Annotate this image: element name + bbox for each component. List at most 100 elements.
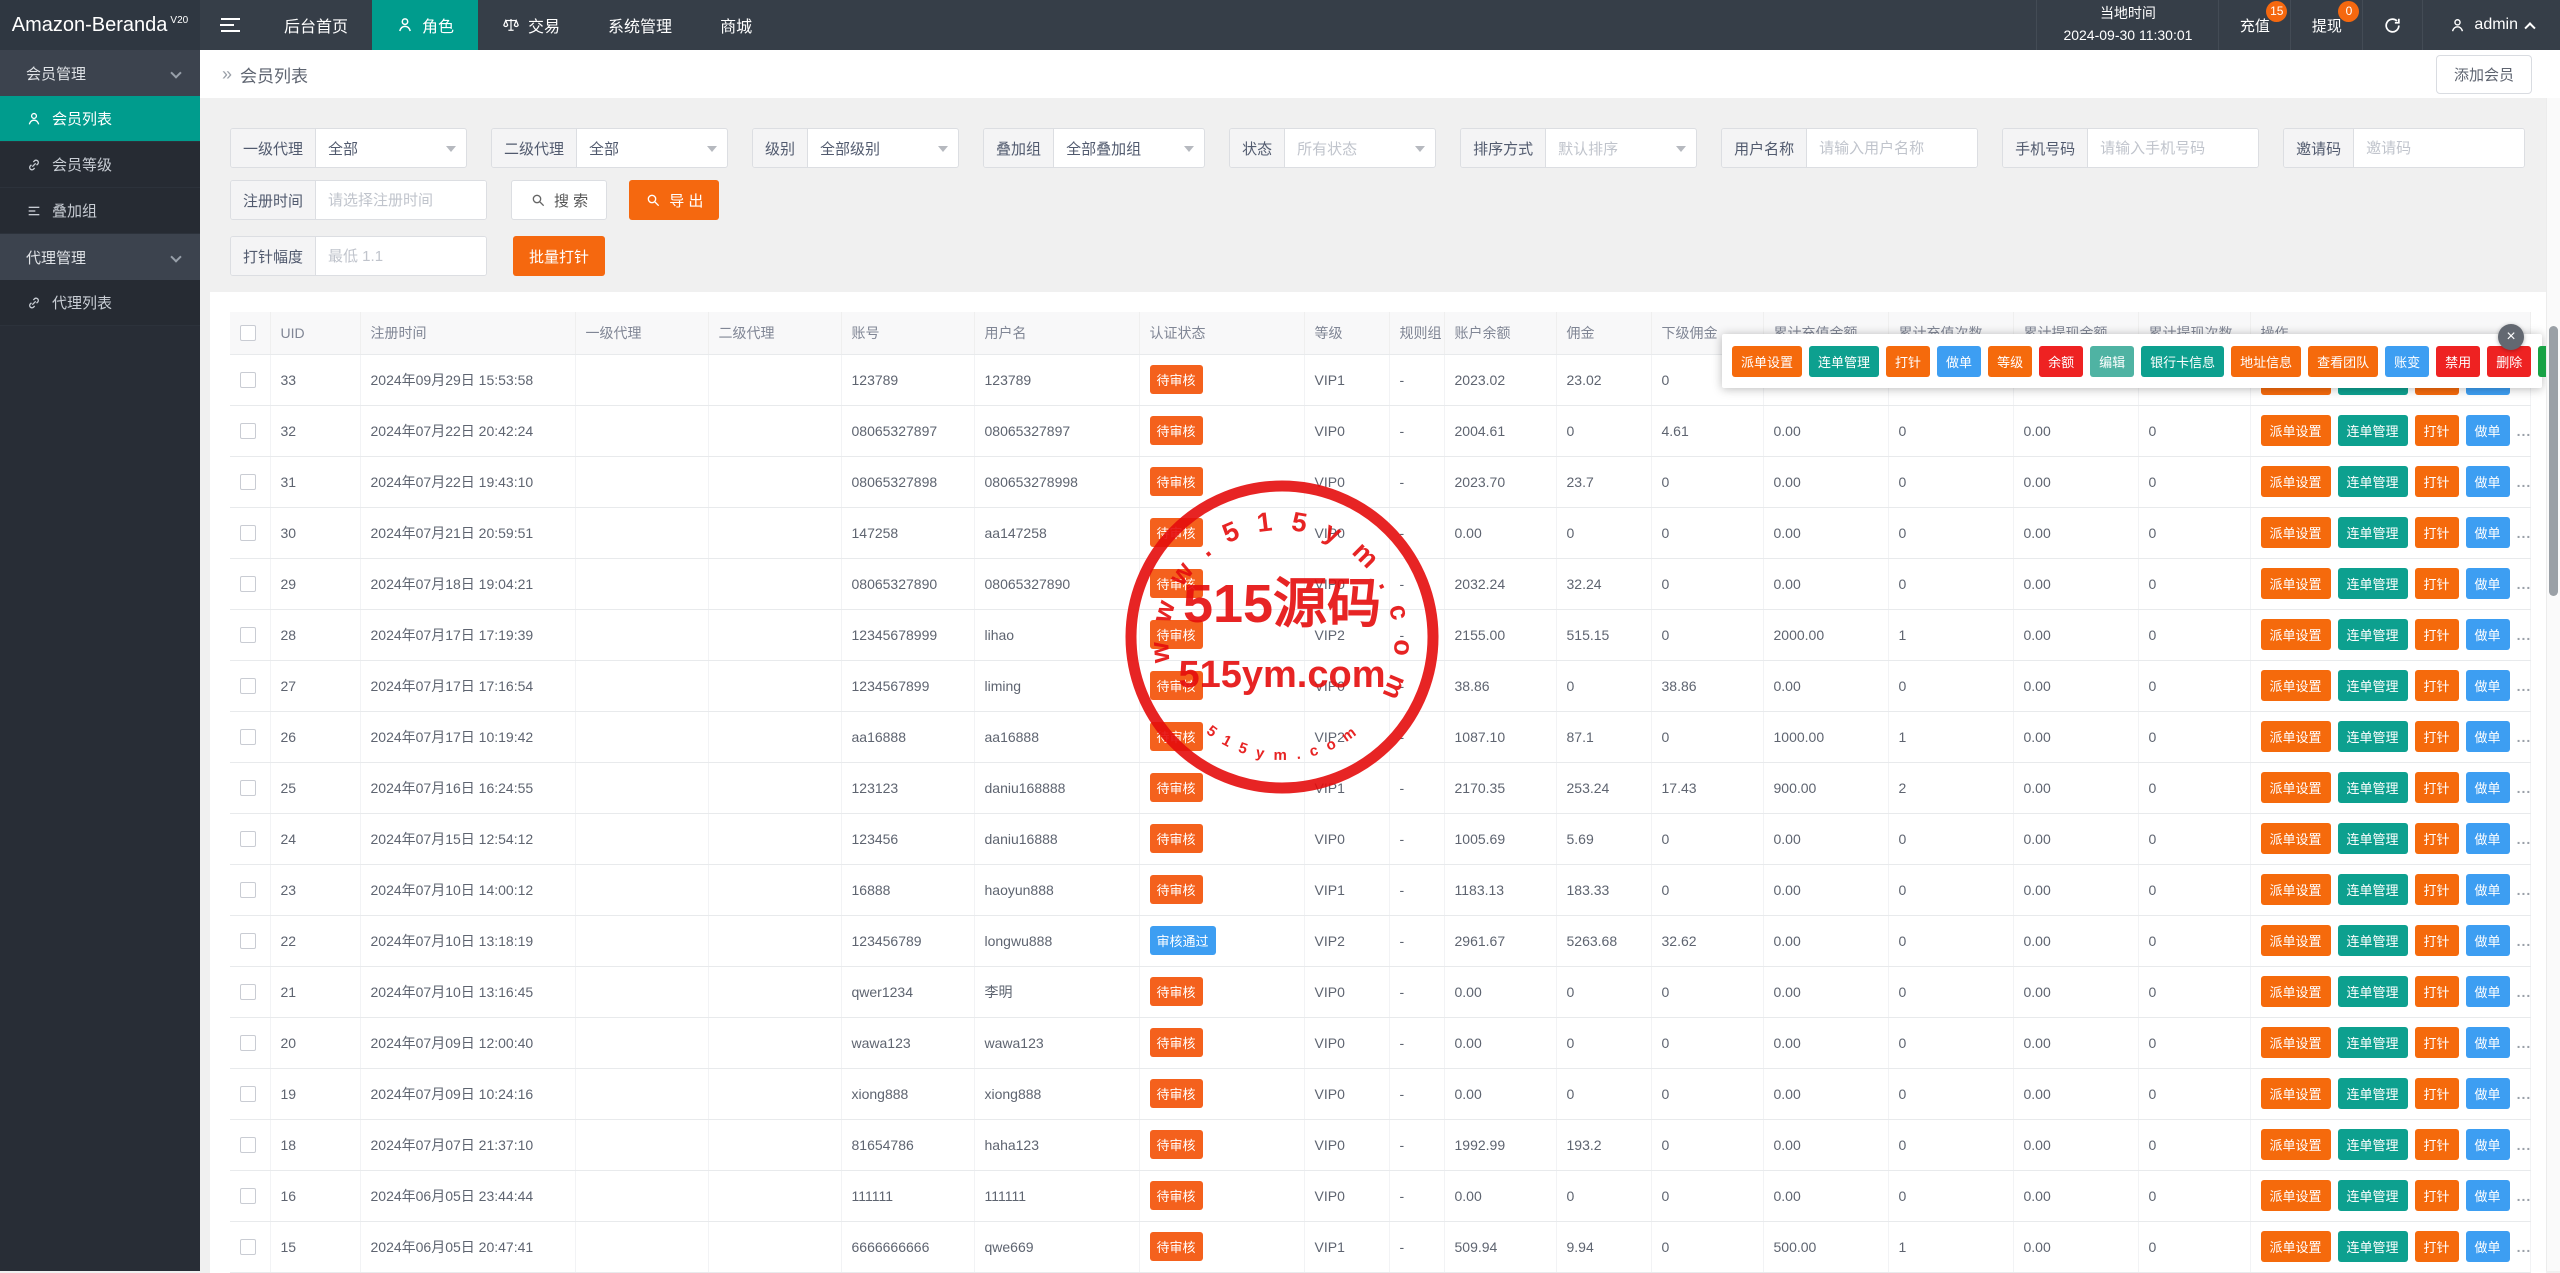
action-make-order-button[interactable]: 做单 (2465, 1129, 2510, 1160)
action-dispatch-settings-button[interactable]: 派单设置 (2260, 1180, 2331, 1211)
action-inject-button[interactable]: 打针 (2414, 976, 2459, 1007)
action-inject-button[interactable]: 打针 (2414, 619, 2459, 650)
more-actions-button[interactable]: ... (2517, 882, 2529, 898)
more-actions-button[interactable]: ... (2517, 474, 2529, 490)
sidebar-item-member-list[interactable]: 会员列表 (0, 96, 200, 142)
action-chain-order-management-button[interactable]: 连单管理 (2337, 925, 2408, 956)
action-dispatch-settings-button[interactable]: 派单设置 (2260, 517, 2331, 548)
filter-sort-select[interactable]: 排序方式 默认排序 (1460, 128, 1698, 168)
action-chain-order-management-button[interactable]: 连单管理 (2337, 568, 2408, 599)
recharge-button[interactable]: 充值 15 (2219, 0, 2292, 50)
action-chain-order-management-button[interactable]: 连单管理 (2337, 721, 2408, 752)
row-checkbox[interactable] (240, 1188, 256, 1205)
sidebar-group-agent-management[interactable]: 代理管理 (0, 234, 200, 280)
action-inject-button[interactable]: 打针 (2414, 1078, 2459, 1109)
withdraw-button[interactable]: 提现 0 (2291, 0, 2364, 50)
action-chain-order-management-button[interactable]: 连单管理 (2337, 1180, 2408, 1211)
more-actions-button[interactable]: ... (2517, 1188, 2529, 1204)
action-make-order-button[interactable]: 做单 (2465, 1180, 2510, 1211)
action-inject-button[interactable]: 打针 (2414, 568, 2459, 599)
refresh-button[interactable] (2363, 0, 2424, 50)
action-dispatch-settings-button[interactable]: 派单设置 (1732, 345, 1803, 377)
row-checkbox[interactable] (240, 474, 256, 491)
phone-input[interactable] (2088, 129, 2259, 167)
search-button[interactable]: 搜 索 (511, 180, 608, 220)
more-actions-button[interactable]: ... (2517, 729, 2529, 745)
action-inject-button[interactable]: 打针 (2414, 1027, 2459, 1058)
more-actions-button[interactable]: ... (2517, 1086, 2529, 1102)
filter-agent1-select[interactable]: 一级代理 全部 (230, 128, 468, 168)
action-inject-button[interactable]: 打针 (2414, 772, 2459, 803)
action-inject-button[interactable]: 打针 (2414, 415, 2459, 446)
action-chain-order-management-button[interactable]: 连单管理 (1809, 345, 1880, 377)
action-make-order-button[interactable]: 做单 (2465, 1027, 2510, 1058)
close-icon[interactable]: × (2498, 324, 2524, 350)
nav-item-system[interactable]: 系统管理 (584, 0, 696, 50)
action-chain-order-management-button[interactable]: 连单管理 (2337, 1231, 2408, 1262)
action-dispatch-settings-button[interactable]: 派单设置 (2260, 1078, 2331, 1109)
user-menu[interactable]: admin (2423, 0, 2560, 50)
action-make-order-button[interactable]: 做单 (2465, 670, 2510, 701)
action-disable-button[interactable]: 禁用 (2436, 345, 2481, 377)
username-input[interactable] (1807, 129, 1978, 167)
action-make-order-button[interactable]: 做单 (1937, 345, 1982, 377)
row-checkbox[interactable] (240, 1086, 256, 1103)
action-make-order-button[interactable]: 做单 (2465, 874, 2510, 905)
row-checkbox[interactable] (240, 423, 256, 440)
action-chain-order-management-button[interactable]: 连单管理 (2337, 466, 2408, 497)
action-make-order-button[interactable]: 做单 (2465, 517, 2510, 548)
sidebar-item-agent-list[interactable]: 代理列表 (0, 280, 200, 326)
more-actions-button[interactable]: ... (2517, 780, 2529, 796)
action-chain-order-management-button[interactable]: 连单管理 (2337, 772, 2408, 803)
row-checkbox[interactable] (240, 729, 256, 746)
filter-status-select[interactable]: 状态 所有状态 (1229, 128, 1437, 168)
inject-range-input[interactable] (316, 237, 487, 275)
row-checkbox[interactable] (240, 933, 256, 950)
action-dispatch-settings-button[interactable]: 派单设置 (2260, 415, 2331, 446)
row-checkbox[interactable] (240, 984, 256, 1001)
more-actions-button[interactable]: ... (2517, 984, 2529, 1000)
row-checkbox[interactable] (240, 627, 256, 644)
action-dispatch-settings-button[interactable]: 派单设置 (2260, 670, 2331, 701)
sidebar-group-member-management[interactable]: 会员管理 (0, 50, 200, 96)
action-chain-order-management-button[interactable]: 连单管理 (2337, 874, 2408, 905)
nav-item-mall[interactable]: 商城 (696, 0, 776, 50)
export-button[interactable]: 导 出 (629, 180, 720, 220)
action-inject-button[interactable]: 打针 (2414, 925, 2459, 956)
action-dispatch-settings-button[interactable]: 派单设置 (2260, 925, 2331, 956)
action-chain-order-management-button[interactable]: 连单管理 (2337, 823, 2408, 854)
action-inject-button[interactable]: 打针 (2414, 823, 2459, 854)
action-make-order-button[interactable]: 做单 (2465, 466, 2510, 497)
action-level-button[interactable]: 等级 (1988, 345, 2033, 377)
action-chain-order-management-button[interactable]: 连单管理 (2337, 415, 2408, 446)
action-chain-order-management-button[interactable]: 连单管理 (2337, 1078, 2408, 1109)
action-balance-button[interactable]: 余额 (2039, 345, 2084, 377)
nav-item-transactions[interactable]: 交易 (478, 0, 584, 50)
action-make-order-button[interactable]: 做单 (2465, 976, 2510, 1007)
sidebar-item-overlay-group[interactable]: 叠加组 (0, 188, 200, 234)
register-time-input[interactable] (316, 181, 487, 219)
action-inject-button[interactable]: 打针 (2414, 670, 2459, 701)
action-address-info-button[interactable]: 地址信息 (2231, 345, 2302, 377)
action-make-order-button[interactable]: 做单 (2465, 1231, 2510, 1262)
action-make-order-button[interactable]: 做单 (2465, 568, 2510, 599)
more-actions-button[interactable]: ... (2517, 933, 2529, 949)
action-dispatch-settings-button[interactable]: 派单设置 (2260, 568, 2331, 599)
action-bank-card-info-button[interactable]: 银行卡信息 (2141, 345, 2225, 377)
more-actions-button[interactable]: ... (2517, 678, 2529, 694)
add-member-button[interactable]: 添加会员 (2435, 54, 2532, 94)
row-checkbox[interactable] (240, 882, 256, 899)
action-chain-order-management-button[interactable]: 连单管理 (2337, 976, 2408, 1007)
action-inject-button[interactable]: 打针 (2414, 1231, 2459, 1262)
action-dispatch-settings-button[interactable]: 派单设置 (2260, 874, 2331, 905)
action-make-order-button[interactable]: 做单 (2465, 619, 2510, 650)
action-view-team-button[interactable]: 查看团队 (2308, 345, 2379, 377)
action-chain-order-management-button[interactable]: 连单管理 (2337, 1129, 2408, 1160)
row-checkbox[interactable] (240, 1137, 256, 1154)
more-actions-button[interactable]: ... (2517, 1137, 2529, 1153)
action-chain-order-management-button[interactable]: 连单管理 (2337, 670, 2408, 701)
row-checkbox[interactable] (240, 576, 256, 593)
action-inject-button[interactable]: 打针 (1886, 345, 1931, 377)
more-actions-button[interactable]: ... (2517, 1035, 2529, 1051)
sidebar-item-member-level[interactable]: 会员等级 (0, 142, 200, 188)
